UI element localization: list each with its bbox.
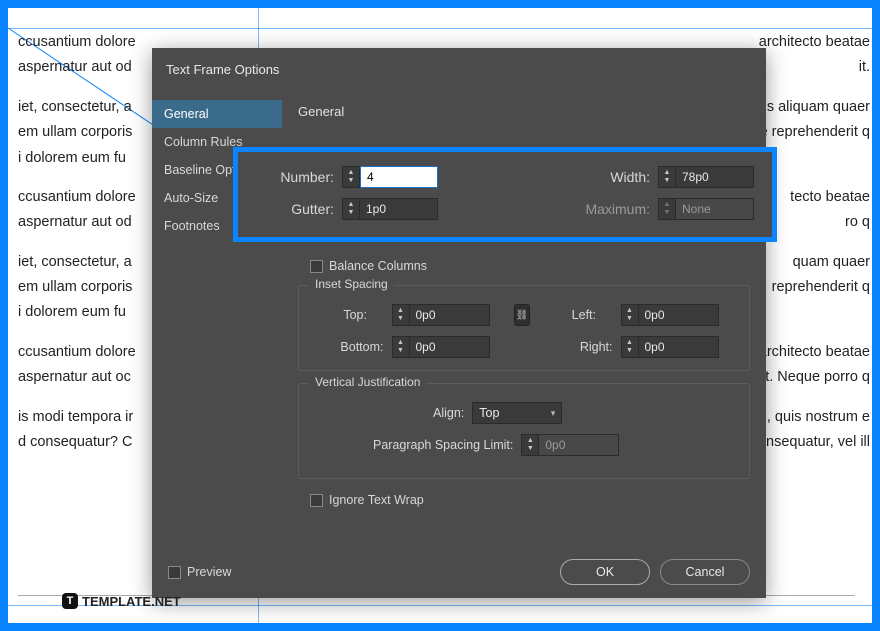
width-label: Width: <box>610 169 650 185</box>
logo-text: TEMPLATE.NET <box>82 594 181 609</box>
number-field[interactable]: 4 <box>360 166 438 188</box>
ignore-text-wrap-checkbox[interactable] <box>310 494 323 507</box>
ok-button[interactable]: OK <box>560 559 650 585</box>
preview-label: Preview <box>187 565 231 579</box>
number-stepper[interactable]: ▲▼ <box>342 166 360 188</box>
psl-field[interactable]: 0p0 <box>539 434 619 456</box>
balance-columns-checkbox[interactable] <box>310 260 323 273</box>
maximum-field: None <box>676 198 754 220</box>
text-frame-options-dialog: Text Frame Options General Column Rules … <box>152 48 766 598</box>
top-label: Top: <box>313 308 367 322</box>
horizontal-guide-top <box>0 28 880 29</box>
gutter-label: Gutter: <box>256 201 334 217</box>
template-net-logo: T TEMPLATE.NET <box>62 593 181 609</box>
left-label: Left: <box>552 308 596 322</box>
left-stepper[interactable]: ▲▼ <box>621 304 639 326</box>
bottom-field[interactable]: 0p0 <box>410 336 490 358</box>
panel-heading: General <box>298 104 750 119</box>
bottom-label: Bottom: <box>313 340 384 354</box>
top-field[interactable]: 0p0 <box>410 304 490 326</box>
inset-legend: Inset Spacing <box>309 277 394 291</box>
vertical-justification-group: Vertical Justification Align: Top ▾ Para… <box>298 383 750 479</box>
align-value: Top <box>479 406 499 420</box>
ignore-text-wrap-label: Ignore Text Wrap <box>329 493 424 507</box>
bottom-stepper[interactable]: ▲▼ <box>392 336 410 358</box>
gutter-field[interactable]: 1p0 <box>360 198 438 220</box>
psl-stepper[interactable]: ▲▼ <box>521 434 539 456</box>
logo-badge: T <box>62 593 78 609</box>
preview-checkbox[interactable] <box>168 566 181 579</box>
maximum-stepper: ▲▼ <box>658 198 676 220</box>
right-label: Right: <box>552 340 613 354</box>
link-icon[interactable]: ⛓ <box>514 304 530 326</box>
cancel-button[interactable]: Cancel <box>660 559 750 585</box>
dialog-title: Text Frame Options <box>166 62 279 77</box>
gutter-stepper[interactable]: ▲▼ <box>342 198 360 220</box>
sidebar-item-general[interactable]: General <box>152 100 282 128</box>
top-stepper[interactable]: ▲▼ <box>392 304 410 326</box>
dialog-footer: Preview OK Cancel <box>152 546 766 598</box>
balance-columns-label: Balance Columns <box>329 259 427 273</box>
number-label: Number: <box>256 169 334 185</box>
psl-label: Paragraph Spacing Limit: <box>373 438 513 452</box>
maximum-label: Maximum: <box>585 201 650 217</box>
vjust-legend: Vertical Justification <box>309 375 426 389</box>
align-select[interactable]: Top ▾ <box>472 402 562 424</box>
columns-highlight-region: Number: ▲▼ 4 Width: ▲▼ 78p0 Gutter: ▲▼ 1… <box>233 147 777 242</box>
width-field[interactable]: 78p0 <box>676 166 754 188</box>
inset-spacing-group: Inset Spacing Top: ▲▼0p0 ⛓ Left: ▲▼0p0 B… <box>298 285 750 371</box>
chevron-down-icon: ▾ <box>551 408 556 419</box>
left-field[interactable]: 0p0 <box>639 304 719 326</box>
width-stepper[interactable]: ▲▼ <box>658 166 676 188</box>
right-stepper[interactable]: ▲▼ <box>621 336 639 358</box>
right-field[interactable]: 0p0 <box>639 336 719 358</box>
align-label: Align: <box>433 406 464 420</box>
